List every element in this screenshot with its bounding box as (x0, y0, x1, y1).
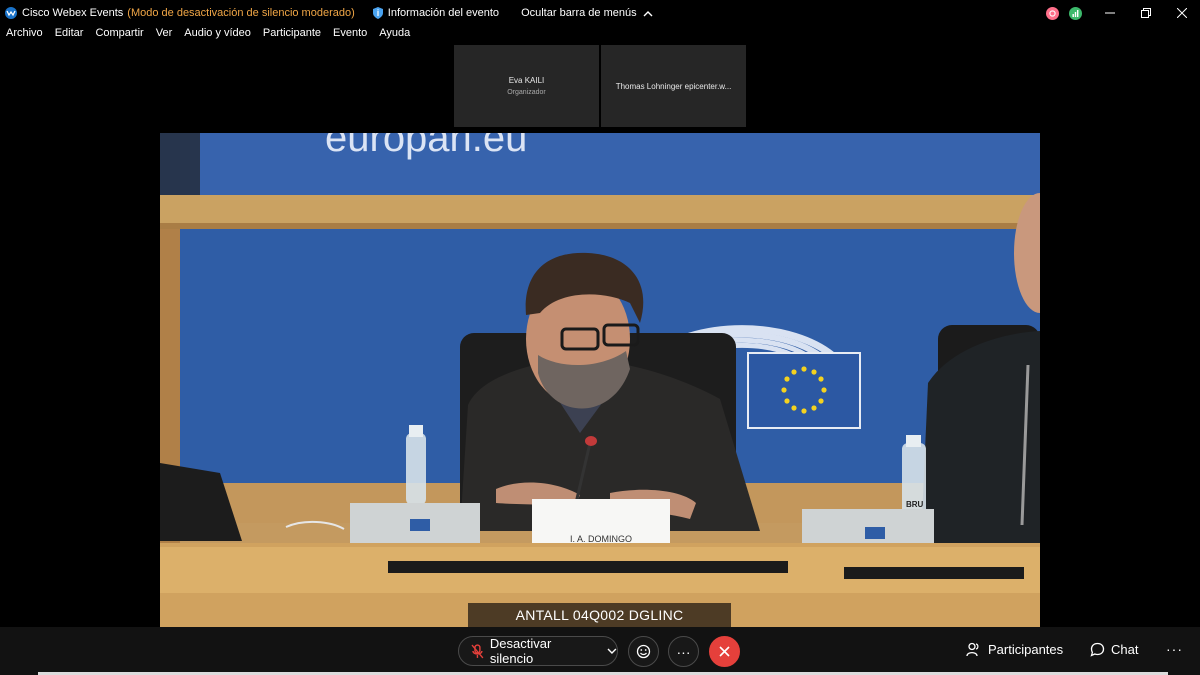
unmute-button[interactable]: Desactivar silencio (458, 636, 618, 666)
more-options-button[interactable]: ··· (668, 636, 699, 667)
close-icon (719, 646, 730, 657)
main-video[interactable]: europarl.eu BRU I. A. DOMINGO (160, 133, 1040, 627)
event-info-button[interactable]: Información del evento (372, 7, 500, 19)
shield-info-icon (372, 7, 383, 19)
eu-flag (747, 352, 861, 429)
water-bottle: BRU (902, 435, 926, 515)
menu-compartir[interactable]: Compartir (95, 27, 143, 45)
chevron-down-icon[interactable] (607, 648, 617, 655)
menu-participante[interactable]: Participante (263, 27, 321, 45)
participant-name: Thomas Lohninger epicenter.w... (615, 81, 732, 91)
banner-text: europarl.eu (325, 133, 527, 160)
app-name: Cisco Webex Events (22, 7, 124, 19)
video-frame: europarl.eu BRU I. A. DOMINGO (160, 133, 1040, 627)
participant-thumbnail[interactable]: Eva KAILI Organizador (454, 45, 599, 127)
muted-mic-icon (471, 643, 484, 658)
nameplate-text: I. A. DOMINGO (570, 534, 632, 544)
menu-audio-video[interactable]: Audio y vídeo (184, 27, 251, 45)
video-caption: ANTALL 04Q002 DGLINC (468, 603, 731, 627)
mode-indicator: (Modo de desactivación de silencio moder… (127, 7, 355, 19)
water-bottle (406, 425, 426, 505)
minimize-icon (1105, 12, 1115, 14)
menu-bar: Archivo Editar Compartir Ver Audio y víd… (0, 27, 416, 45)
menu-ver[interactable]: Ver (156, 27, 173, 45)
chat-label: Chat (1111, 642, 1139, 657)
participant-thumbnail[interactable]: Thomas Lohninger epicenter.w... (601, 45, 746, 127)
participants-icon (966, 642, 979, 657)
meeting-toolbar: Desactivar silencio ··· Participantes Ch… (0, 627, 1200, 675)
webex-logo-icon (5, 7, 17, 19)
participants-label: Participantes (988, 642, 1064, 657)
menu-archivo[interactable]: Archivo (6, 27, 43, 45)
menu-ayuda[interactable]: Ayuda (379, 27, 410, 45)
restore-icon (1141, 8, 1151, 18)
hide-menu-bar-button[interactable]: Ocultar barra de menús (521, 7, 653, 19)
smiley-icon (636, 644, 651, 659)
close-icon (1177, 8, 1187, 18)
more-options-icon: ··· (676, 643, 691, 660)
event-info-label: Información del evento (387, 7, 500, 19)
close-button[interactable] (1164, 0, 1200, 26)
hide-menu-bar-label: Ocultar barra de menús (521, 7, 637, 19)
chevron-up-icon (643, 10, 653, 16)
leave-button[interactable] (709, 636, 740, 667)
unmute-label: Desactivar silencio (489, 636, 552, 666)
title-bar: Cisco Webex Events (Modo de desactivació… (0, 0, 1200, 26)
reactions-button[interactable] (628, 636, 659, 667)
bottle-label: BRU (906, 500, 924, 509)
network-status-icon[interactable] (1069, 6, 1082, 20)
restore-button[interactable] (1128, 0, 1164, 26)
minimize-button[interactable] (1092, 0, 1128, 26)
chat-bubble-icon (1090, 642, 1105, 657)
overflow-menu-button[interactable]: ··· (1166, 641, 1183, 657)
menu-editar[interactable]: Editar (55, 27, 84, 45)
recording-status-icon[interactable] (1046, 6, 1059, 20)
participant-name: Eva KAILI (508, 76, 545, 85)
menu-evento[interactable]: Evento (333, 27, 367, 45)
participant-role: Organizador (507, 89, 546, 96)
participants-button[interactable]: Participantes (966, 642, 1063, 657)
chat-button[interactable]: Chat (1090, 642, 1138, 657)
